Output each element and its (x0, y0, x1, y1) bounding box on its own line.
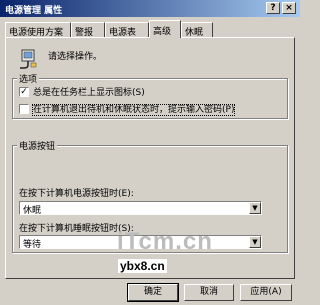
options-group-title: 选项 (17, 72, 40, 85)
tab-alarms[interactable]: 警报 (71, 22, 105, 38)
help-button[interactable]: ? (266, 2, 280, 14)
show-tray-icon-checkbox[interactable]: ✓ (19, 86, 29, 97)
tab-power-meter[interactable]: 电源表 (105, 22, 149, 38)
prompt-password-option[interactable]: 在计算机退出待机和休眠状态时，提示输入密码(P) (19, 102, 236, 116)
options-group: 选项 ✓ 总是在任务栏上显示图标(S) 在计算机退出待机和休眠状态时，提示输入密码… (12, 72, 288, 119)
show-tray-icon-option[interactable]: ✓ 总是在任务栏上显示图标(S) (19, 85, 145, 98)
power-button-label: 在按下计算机电源按钮时(E): (19, 189, 134, 199)
window-title: 电源管理 属性 (5, 6, 63, 16)
prompt-password-label: 在计算机退出待机和休眠状态时，提示输入密码(P) (31, 104, 236, 116)
power-button-chevron-down-icon[interactable]: ▼ (249, 202, 261, 214)
cancel-button[interactable]: 取消 (184, 284, 234, 301)
tab-strip: 电源使用方案 警报 电源表 高级 休眠 (5, 20, 295, 38)
sleep-button-value: 等待 (23, 240, 42, 250)
prompt-password-checkbox[interactable] (19, 103, 29, 114)
watermark-logo: iTcm.cn (117, 228, 213, 255)
close-button[interactable]: × (282, 2, 296, 14)
power-buttons-group-title: 电源按钮 (17, 139, 58, 152)
watermark-site: ybx8.cn (118, 259, 167, 273)
apply-button[interactable]: 应用(A) (240, 284, 292, 301)
power-plug-icon (20, 49, 37, 69)
power-button-value: 休眠 (23, 206, 42, 216)
intro-text: 请选择操作。 (48, 52, 103, 62)
tab-hibernate[interactable]: 休眠 (181, 22, 213, 38)
sleep-button-chevron-down-icon[interactable]: ▼ (249, 236, 261, 248)
tab-power-schemes[interactable]: 电源使用方案 (5, 22, 71, 38)
title-bar: 电源管理 属性 ? × (0, 0, 300, 17)
ok-button[interactable]: 确定 (127, 283, 179, 302)
tab-advanced[interactable]: 高级 (149, 20, 181, 38)
power-button-select[interactable]: 休眠 ▼ (19, 201, 262, 216)
show-tray-icon-label: 总是在任务栏上显示图标(S) (33, 88, 145, 98)
